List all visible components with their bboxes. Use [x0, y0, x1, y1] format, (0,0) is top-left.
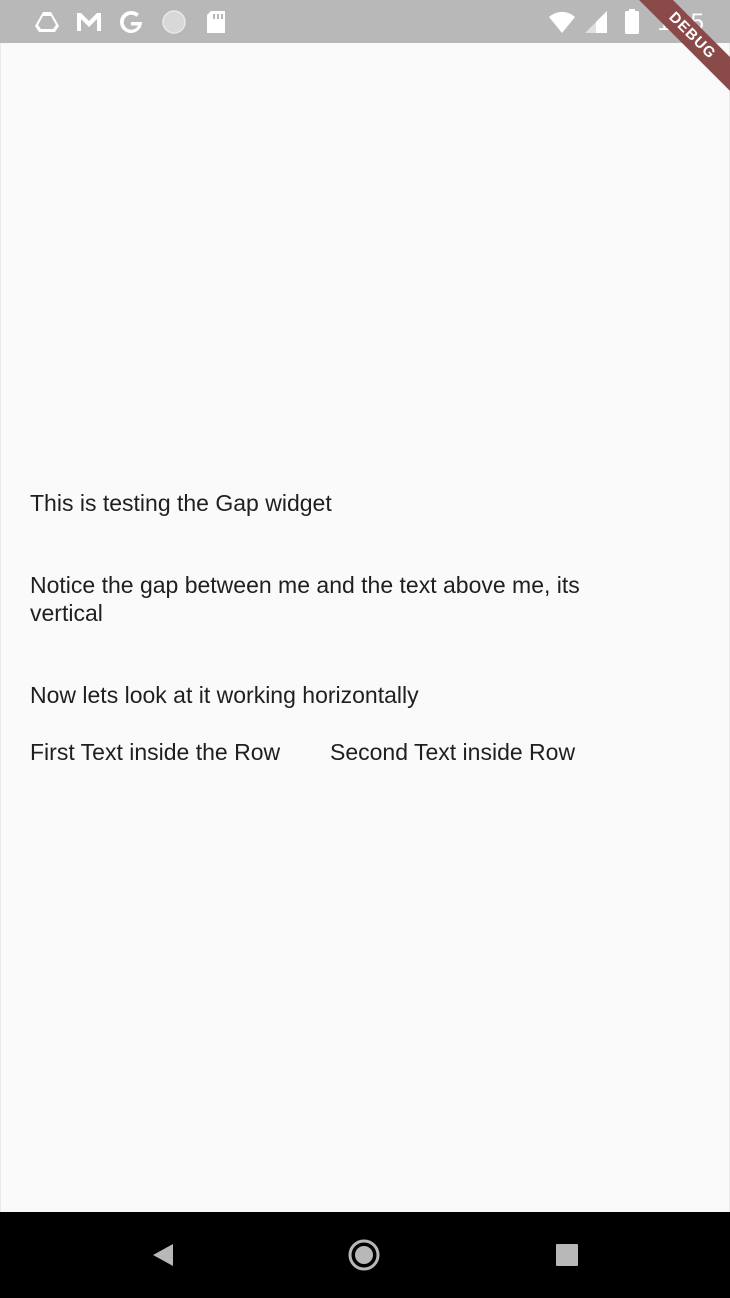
back-icon[interactable]: [146, 1238, 180, 1272]
signal-icon: [582, 8, 610, 36]
recents-icon[interactable]: [550, 1238, 584, 1272]
navigation-bar: [0, 1212, 730, 1298]
home-icon[interactable]: [347, 1238, 381, 1272]
gmail-icon: [75, 8, 103, 36]
row-first-text: First Text inside the Row: [30, 739, 281, 765]
google-icon: [117, 8, 145, 36]
vertical-gap-text: Notice the gap between me and the text a…: [30, 572, 580, 626]
horizontal-intro-text: Now lets look at it working horizontally: [30, 682, 419, 708]
row-second-text: Second Text inside Row: [330, 739, 576, 765]
battery-icon: [618, 8, 646, 36]
circle-icon: [160, 8, 188, 36]
status-bar: 1:35: [0, 0, 730, 43]
app-content: This is testing the Gap widget Notice th…: [0, 43, 730, 1212]
wifi-icon: [548, 8, 576, 36]
gap-widget-heading: This is testing the Gap widget: [30, 490, 332, 516]
drive-icon: [33, 8, 61, 36]
sd-card-icon: [202, 8, 230, 36]
